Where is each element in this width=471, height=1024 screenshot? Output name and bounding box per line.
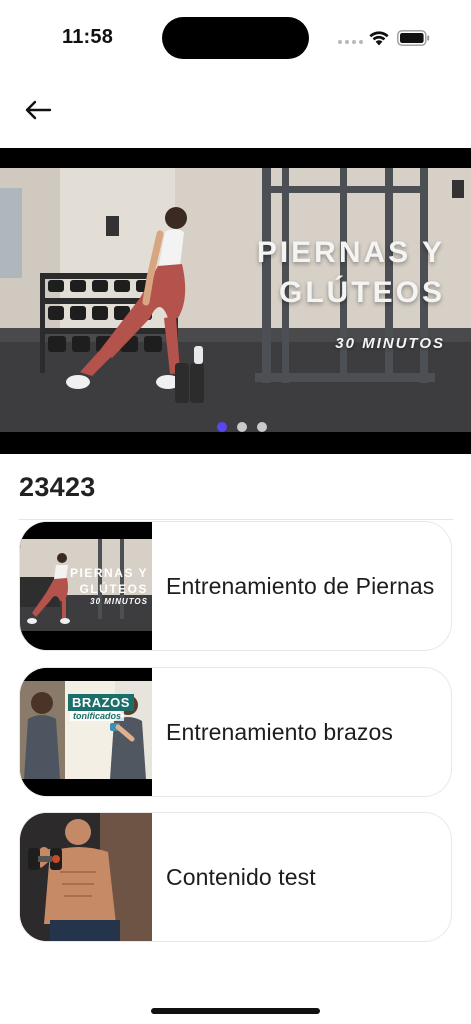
hero-subtitle: 30 MINUTOS <box>335 335 445 352</box>
video-card[interactable]: PIERNAS Y GLÚTEOS 30 MINUTOS Entrenamient… <box>19 521 452 651</box>
status-bar: 11:58 <box>0 0 471 76</box>
carousel-dot[interactable] <box>236 422 247 432</box>
dynamic-island <box>162 17 309 59</box>
video-title: Entrenamiento de Piernas <box>166 572 435 599</box>
video-title: Entrenamiento brazos <box>166 718 394 745</box>
fitness-man-thumbnail <box>20 813 152 941</box>
battery-icon <box>397 30 430 46</box>
section-title: 23423 <box>19 472 96 502</box>
thumbnail-badge: BRAZOS <box>68 694 134 711</box>
cellular-signal-icon <box>338 40 363 46</box>
hero-carousel[interactable]: PIERNAS Y GLÚTEOS 30 MINUTOS <box>0 148 471 454</box>
hero-title-line1: PIERNAS Y <box>256 236 445 269</box>
thumbnail-subcaption: tonificados <box>70 711 125 721</box>
back-button[interactable] <box>18 94 58 126</box>
video-card[interactable]: Contenido test <box>19 812 452 942</box>
arrow-left-icon <box>25 100 52 120</box>
home-indicator[interactable] <box>151 1008 320 1014</box>
arms-workout-thumbnail <box>20 668 152 796</box>
divider <box>19 519 453 520</box>
video-thumbnail: PIERNAS Y GLÚTEOS 30 MINUTOS <box>20 522 152 650</box>
hero-title: PIERNAS Y GLÚTEOS <box>257 233 445 313</box>
status-time: 11:58 <box>62 26 114 48</box>
carousel-pagination <box>0 422 471 432</box>
video-thumbnail: BRAZOS tonificados <box>20 668 152 796</box>
thumbnail-caption: PIERNAS Y GLÚTEOS <box>70 566 148 596</box>
wifi-icon <box>369 31 389 46</box>
thumbnail-subcaption: 30 MINUTOS <box>90 597 148 606</box>
video-thumbnail <box>20 813 152 941</box>
carousel-dot-active[interactable] <box>216 422 227 432</box>
video-title: Contenido test <box>166 863 316 890</box>
carousel-dot[interactable] <box>256 422 267 432</box>
video-card[interactable]: BRAZOS tonificados Entrenamiento brazos <box>19 667 452 797</box>
hero-title-line2: GLÚTEOS <box>278 276 445 309</box>
